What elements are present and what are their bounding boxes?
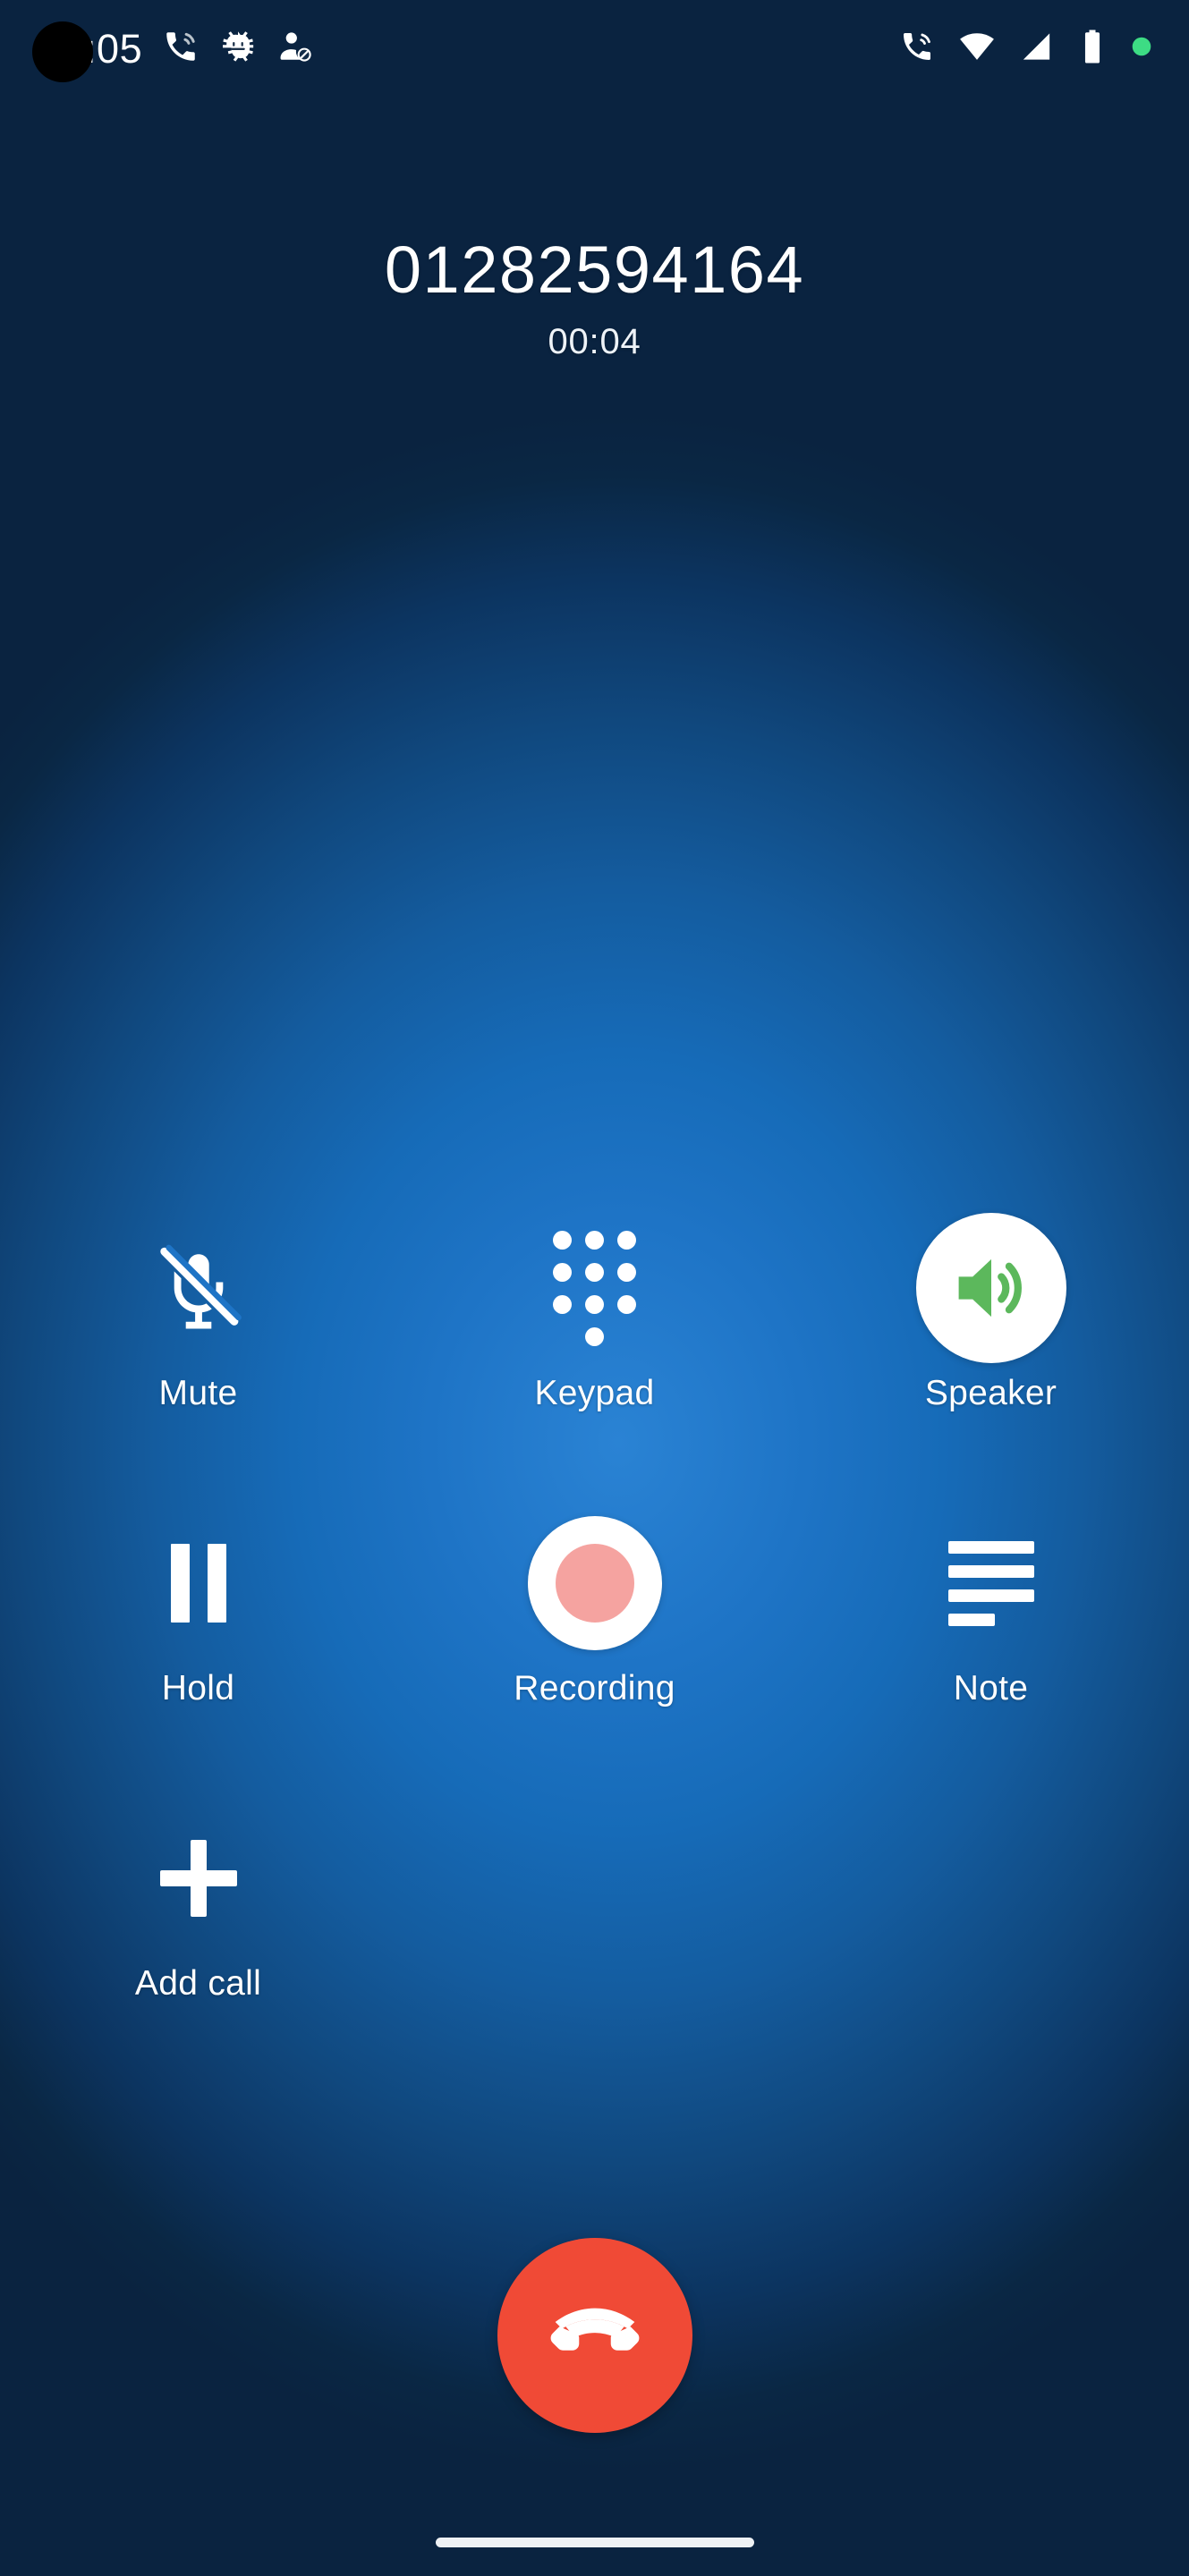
caller-info: 01282594164 00:04 (0, 234, 1189, 362)
note-lines-icon (914, 1506, 1068, 1660)
note-label: Note (953, 1669, 1029, 1707)
pause-icon (122, 1506, 276, 1660)
hold-label: Hold (161, 1669, 235, 1707)
note-button[interactable]: Note (793, 1501, 1189, 1796)
status-bar-right (899, 28, 1153, 70)
record-icon (518, 1506, 672, 1660)
contact-blocked-icon (276, 28, 314, 70)
battery-icon (1078, 28, 1107, 70)
wifi-icon (958, 28, 996, 70)
caller-number: 01282594164 (384, 233, 805, 307)
mic-off-icon (122, 1211, 276, 1365)
recording-button[interactable]: Recording (396, 1501, 793, 1796)
keypad-button[interactable]: Keypad (396, 1206, 793, 1501)
volte-call-icon (899, 29, 935, 69)
speaker-icon (914, 1211, 1068, 1365)
call-end-icon (545, 2284, 645, 2387)
android-debug-icon (219, 28, 257, 70)
call-controls-row-1: Mute Keypad Speaker (0, 1206, 1189, 1501)
dialpad-icon (518, 1211, 672, 1365)
punch-hole-camera (32, 21, 93, 82)
speaker-button[interactable]: Speaker (793, 1206, 1189, 1501)
cellular-signal-icon (1019, 29, 1055, 69)
call-duration: 00:04 (548, 321, 641, 361)
add-call-label: Add call (134, 1964, 262, 2003)
end-call-button[interactable] (497, 2238, 692, 2433)
end-call-area (0, 2238, 1189, 2433)
in-call-screen: 10:05 (0, 0, 1189, 2576)
keypad-label: Keypad (534, 1374, 655, 1412)
plus-icon (122, 1801, 276, 1955)
mute-label: Mute (158, 1374, 238, 1412)
status-bar: 10:05 (0, 0, 1189, 97)
call-controls-row-3: Add call (0, 1796, 1189, 2091)
call-in-progress-icon (162, 28, 200, 70)
call-controls-row-2: Hold Recording Note (0, 1501, 1189, 1796)
privacy-indicator-dot (1130, 35, 1153, 63)
speaker-label: Speaker (924, 1374, 1057, 1412)
recording-label: Recording (514, 1669, 675, 1707)
gesture-nav-pill[interactable] (435, 2538, 754, 2547)
hold-button[interactable]: Hold (0, 1501, 396, 1796)
add-call-button[interactable]: Add call (0, 1796, 396, 2091)
call-controls-grid: Mute Keypad Speaker Hold Recording Note … (0, 1206, 1189, 2091)
mute-button[interactable]: Mute (0, 1206, 396, 1501)
